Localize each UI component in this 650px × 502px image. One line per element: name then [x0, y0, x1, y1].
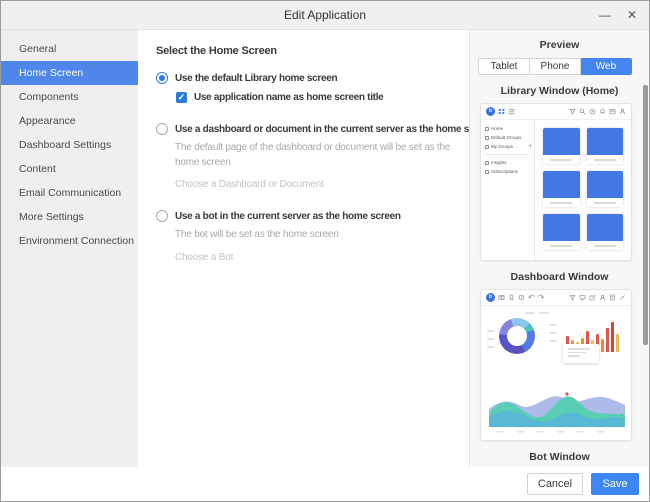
app-logo-icon: b	[486, 293, 495, 302]
library-window-title: Library Window (Home)	[470, 85, 649, 97]
dashboard-window-title: Dashboard Window	[470, 271, 649, 283]
library-nav-insights: Insights	[485, 158, 532, 167]
user-icon	[619, 108, 626, 115]
library-tile	[587, 128, 624, 164]
sidebar-item-dashboard-settings[interactable]: Dashboard Settings	[1, 133, 138, 157]
area-chart	[489, 379, 625, 435]
window-controls: — ✕	[599, 1, 637, 29]
bell-icon	[599, 108, 606, 115]
titlebar: Edit Application — ✕	[1, 1, 649, 30]
groups-icon	[485, 136, 489, 140]
tab-phone[interactable]: Phone	[530, 58, 581, 75]
sidebar-item-home-screen[interactable]: Home Screen	[1, 61, 138, 85]
bookmark-icon	[508, 294, 515, 301]
insights-icon	[485, 161, 489, 165]
monitor-icon	[579, 294, 586, 301]
library-nav-home: Home	[485, 124, 532, 133]
preview-device-tabs: Tablet Phone Web	[478, 58, 632, 75]
library-tile	[543, 214, 580, 250]
library-preview-thumbnail: b	[480, 103, 632, 261]
save-button[interactable]: Save	[591, 473, 639, 495]
close-icon[interactable]: ✕	[627, 9, 637, 21]
settings-sidebar: General Home Screen Components Appearanc…	[1, 30, 138, 467]
choose-bot-link[interactable]: Choose a Bot	[175, 252, 459, 263]
sidebar-item-more-settings[interactable]: More Settings	[1, 205, 138, 229]
choose-dashboard-link[interactable]: Choose a Dashboard or Document	[175, 179, 459, 190]
page-title: Select the Home Screen	[156, 45, 459, 57]
home-screen-settings: Select the Home Screen Use the default L…	[138, 30, 469, 467]
divider	[485, 154, 528, 155]
option-label[interactable]: Use the default Library home screen	[175, 73, 337, 84]
library-tile	[543, 171, 580, 207]
filter-icon	[569, 294, 576, 301]
calendar-icon	[609, 108, 616, 115]
option-dashboard-document: Use a dashboard or document in the curre…	[156, 123, 459, 190]
minimize-icon[interactable]: —	[599, 9, 611, 21]
tab-web[interactable]: Web	[581, 58, 632, 75]
option-label[interactable]: Use a bot in the current server as the h…	[175, 211, 401, 222]
tab-tablet[interactable]: Tablet	[478, 58, 530, 75]
library-preview-topbar: b	[481, 104, 631, 120]
window-title: Edit Application	[284, 8, 366, 22]
redo-icon: ↷	[538, 294, 545, 301]
sidebar-item-content[interactable]: Content	[1, 157, 138, 181]
user-icon	[599, 294, 606, 301]
sidebar-item-general[interactable]: General	[1, 37, 138, 61]
subscriptions-icon	[485, 170, 489, 174]
help-icon	[589, 108, 596, 115]
option-description: The default page of the dashboard or doc…	[175, 141, 459, 170]
sidebar-item-email-communication[interactable]: Email Communication	[1, 181, 138, 205]
table-icon	[498, 294, 505, 301]
option-bot: Use a bot in the current server as the h…	[156, 210, 459, 263]
groups-icon	[485, 145, 489, 149]
preview-heading: Preview	[470, 39, 649, 51]
option-label[interactable]: Use a dashboard or document in the curre…	[175, 124, 469, 135]
app-logo-icon: b	[486, 107, 495, 116]
library-nav-default-groups: Default Groups	[485, 133, 532, 142]
option-description: The bot will be set as the home screen	[175, 228, 459, 243]
bot-window-title: Bot Window	[470, 451, 649, 463]
dashboard-preview-charts	[481, 306, 631, 441]
filter-icon	[569, 108, 576, 115]
export-icon	[589, 294, 596, 301]
option-default-library: Use the default Library home screen ✓ Us…	[156, 72, 459, 103]
home-icon	[485, 127, 489, 131]
list-view-icon	[508, 108, 515, 115]
radio-dashboard-document[interactable]	[156, 123, 168, 135]
library-preview-sidebar: Home Default Groups My Groups +	[481, 120, 535, 261]
library-preview-grid	[535, 120, 631, 261]
chart-tooltip	[563, 344, 599, 363]
library-tile	[543, 128, 580, 164]
radio-bot[interactable]	[156, 210, 168, 222]
donut-chart	[499, 318, 535, 354]
search-icon	[579, 108, 586, 115]
grid-view-icon	[498, 108, 505, 115]
preview-panel: Preview Tablet Phone Web Library Window …	[469, 30, 649, 467]
checkbox-app-name-title[interactable]: ✓	[176, 92, 187, 103]
sidebar-item-environment-connection[interactable]: Environment Connection	[1, 229, 138, 253]
checkbox-label[interactable]: Use application name as home screen titl…	[194, 92, 383, 103]
sidebar-item-appearance[interactable]: Appearance	[1, 109, 138, 133]
library-nav-subscriptions: Subscriptions	[485, 167, 532, 176]
library-tile	[587, 214, 624, 250]
pencil-icon	[619, 294, 626, 301]
preview-scrollbar[interactable]	[643, 85, 648, 345]
undo-icon: ↶	[528, 294, 535, 301]
history-icon	[518, 294, 525, 301]
dashboard-preview-topbar: b ↶ ↷	[481, 290, 631, 306]
edit-application-dialog: Edit Application — ✕ General Home Screen…	[0, 0, 650, 502]
library-tile	[587, 171, 624, 207]
file-icon	[609, 294, 616, 301]
sidebar-item-components[interactable]: Components	[1, 85, 138, 109]
dialog-footer: Cancel Save	[1, 467, 649, 501]
plus-icon: +	[528, 144, 532, 150]
dashboard-preview-thumbnail: b ↶ ↷	[480, 289, 632, 441]
library-nav-my-groups: My Groups +	[485, 142, 532, 151]
radio-default-library[interactable]	[156, 72, 168, 84]
cancel-button[interactable]: Cancel	[527, 473, 583, 495]
